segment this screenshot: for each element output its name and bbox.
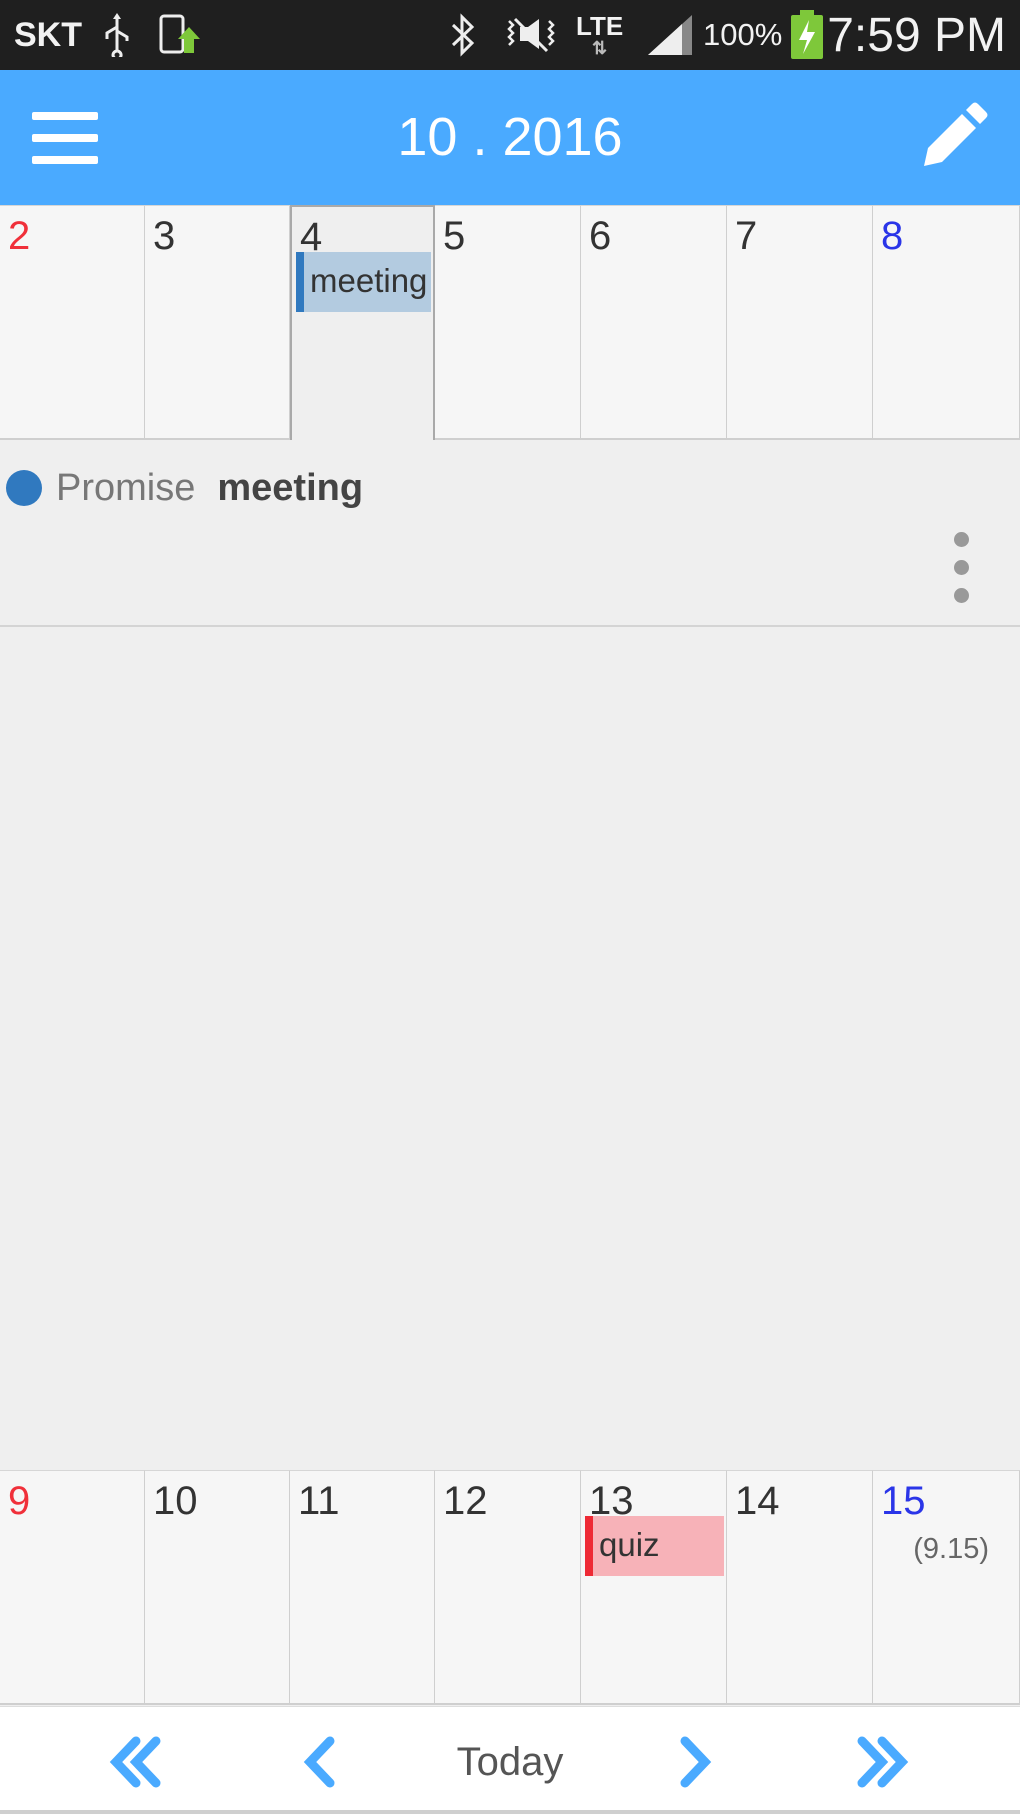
more-options-icon[interactable] [950, 532, 974, 603]
day-cell-selected[interactable]: 4 meeting [290, 205, 435, 440]
phone-upload-icon [158, 0, 202, 70]
day-cell[interactable]: 12 [435, 1470, 581, 1705]
day-cell[interactable]: 15 (9.15) [873, 1470, 1020, 1705]
day-cell[interactable]: 14 [727, 1470, 873, 1705]
signal-icon [646, 0, 694, 70]
carrier-label: SKT [14, 15, 82, 54]
day-number: 9 [8, 1479, 31, 1523]
day-number: 2 [8, 214, 31, 258]
event-meeting[interactable]: meeting [296, 252, 431, 312]
app-bar: 10 . 2016 [0, 70, 1020, 205]
day-number: 10 [153, 1479, 198, 1523]
day-cell[interactable]: 8 [873, 205, 1020, 440]
clock: 7:59 PM [827, 8, 1006, 62]
chevron-left-icon[interactable] [280, 1727, 360, 1797]
day-number: 8 [881, 214, 904, 258]
day-number: 6 [589, 214, 612, 258]
week-row-1: 2 3 4 meeting 5 6 7 8 [0, 205, 1020, 440]
battery-charging-icon [789, 0, 825, 70]
double-chevron-right-icon[interactable] [842, 1727, 922, 1797]
pencil-icon[interactable] [918, 102, 988, 172]
day-cell[interactable]: 2 [0, 205, 145, 440]
category-dot [6, 470, 42, 506]
event-detail-panel: Promise meeting [0, 440, 1020, 627]
day-number: 3 [153, 214, 176, 258]
network-type: LTE [576, 11, 624, 41]
day-cell[interactable]: 7 [727, 205, 873, 440]
day-number: 14 [735, 1479, 780, 1523]
bottom-navigation: Today [0, 1706, 1020, 1814]
month-title: 10 . 2016 [397, 107, 623, 167]
day-number: 12 [443, 1479, 488, 1523]
usb-icon [102, 0, 132, 70]
bottom-divider [0, 1810, 1020, 1814]
event-category: Promise [56, 466, 196, 509]
lunar-date: (9.15) [913, 1533, 989, 1565]
day-cell[interactable]: 11 [290, 1470, 435, 1705]
status-bar: SKT LTE ⇅ 100% 7:59 PM [0, 0, 1020, 70]
event-quiz[interactable]: quiz [585, 1516, 724, 1576]
battery-percent: 100% [703, 17, 783, 52]
day-number: 7 [735, 214, 758, 258]
double-chevron-left-icon[interactable] [96, 1727, 176, 1797]
day-cell[interactable]: 5 [435, 205, 581, 440]
menu-icon[interactable] [32, 112, 98, 164]
day-number: 15 [881, 1479, 926, 1523]
day-cell[interactable]: 6 [581, 205, 727, 440]
week-row-2: 9 10 11 12 13 quiz 14 15 (9.15) [0, 1470, 1020, 1705]
day-cell[interactable]: 10 [145, 1470, 290, 1705]
mute-icon [503, 0, 559, 70]
day-cell[interactable]: 3 [145, 205, 290, 440]
event-title: meeting [217, 466, 364, 509]
network-label: LTE ⇅ [576, 11, 624, 58]
day-cell[interactable]: 13 quiz [581, 1470, 727, 1705]
bluetooth-icon [448, 0, 478, 70]
day-number: 11 [298, 1479, 340, 1523]
chevron-right-icon[interactable] [655, 1727, 735, 1797]
event-detail-item[interactable]: Promise meeting [6, 458, 363, 518]
day-number: 5 [443, 214, 466, 258]
day-cell[interactable]: 9 [0, 1470, 145, 1705]
today-button[interactable]: Today [420, 1727, 600, 1797]
